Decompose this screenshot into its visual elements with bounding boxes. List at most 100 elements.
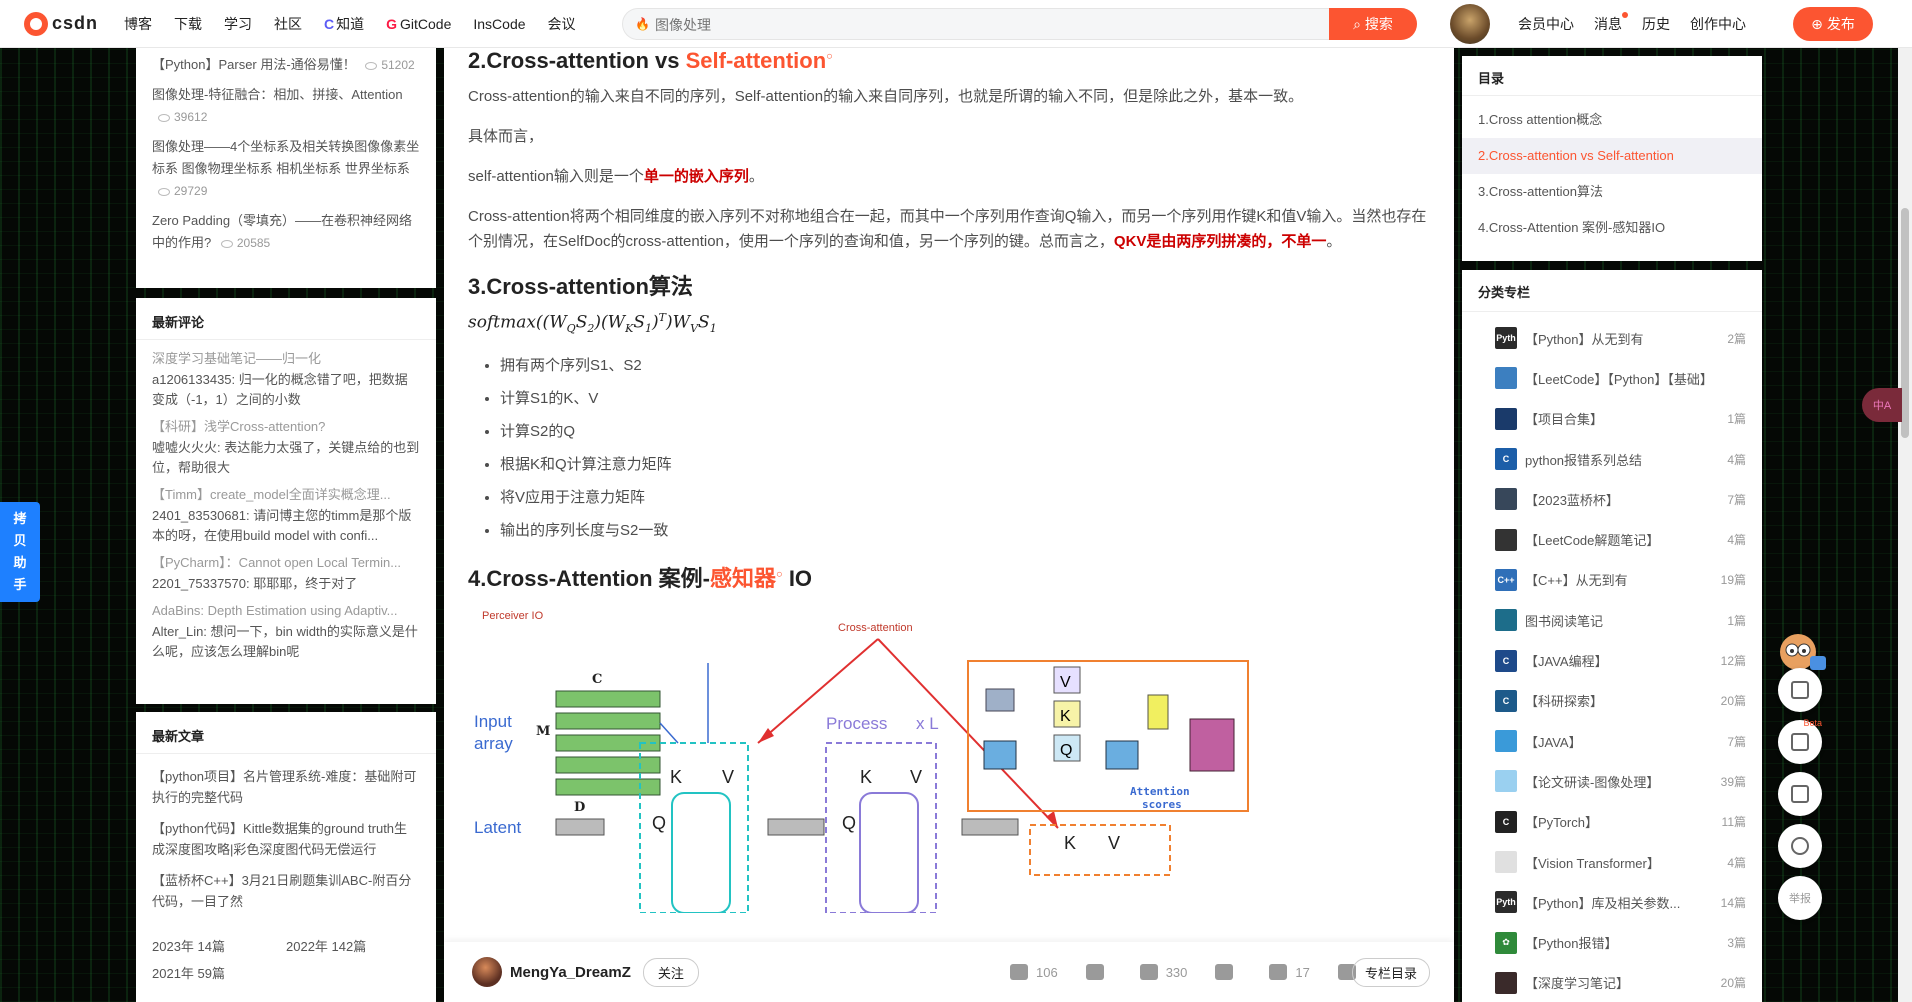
float-beta-button[interactable]: Beta: [1778, 718, 1822, 764]
category-name: 图书阅读笔记: [1525, 613, 1604, 629]
hot-article-item[interactable]: 图像处理——4个坐标系及相关转换图像像素坐标系 图像物理坐标系 相机坐标系 世界…: [136, 136, 436, 202]
column-directory-button[interactable]: 专栏目录: [1351, 958, 1430, 987]
category-thumb-icon: C: [1495, 810, 1517, 833]
page-scrollbar[interactable]: [1898, 48, 1912, 1002]
hot-article-item[interactable]: 图像处理-特征融合：相加、拼接、Attention 39612: [136, 84, 436, 128]
latest-article-link[interactable]: 【python代码】Kittle数据集的ground truth生成深度图攻略|…: [136, 818, 436, 860]
author-name[interactable]: MengYa_DreamZ: [510, 964, 631, 981]
category-item[interactable]: 【深度学习笔记】 20篇: [1462, 963, 1762, 1002]
author-avatar[interactable]: [472, 957, 502, 987]
category-item[interactable]: Pyth 【Python】从无到有 2篇: [1462, 318, 1762, 358]
like-button[interactable]: 106: [1010, 964, 1058, 980]
nav-links: 博客 下载 学习 社区 知道 GitCode InsCode 会议: [124, 14, 598, 34]
category-item[interactable]: 【LeetCode解题笔记】 4篇: [1462, 519, 1762, 559]
nav-link-download[interactable]: 下载: [174, 14, 202, 34]
search-input[interactable]: [655, 15, 1255, 35]
right-nav: 会员中心 消息 历史 创作中心: [1518, 0, 1766, 48]
archive-year[interactable]: 2023年 14篇: [152, 936, 286, 955]
toc-item[interactable]: 4.Cross-Attention 案例-感知器IO: [1462, 210, 1762, 246]
category-item[interactable]: C 【JAVA编程】 12篇: [1462, 640, 1762, 680]
category-item[interactable]: ✿ 【Python报错】 3篇: [1462, 922, 1762, 962]
scrollbar-thumb[interactable]: [1901, 208, 1909, 438]
category-count: 1篇: [1727, 412, 1746, 427]
nav-history[interactable]: 历史: [1642, 14, 1670, 34]
category-item[interactable]: 【2023蓝桥杯】 7篇: [1462, 479, 1762, 519]
float-edit-button[interactable]: [1778, 772, 1822, 816]
paragraph-text: self-attention输入则是一个: [468, 168, 644, 185]
comment-post-link[interactable]: 【PyCharm】：Cannot open Local Termin...: [136, 552, 436, 574]
heading-keyword-link[interactable]: Self-attention: [686, 48, 827, 73]
heading-keyword-link[interactable]: 感知器: [710, 566, 776, 591]
nav-link-gitcode[interactable]: GitCode: [386, 16, 451, 32]
reward-button[interactable]: [1215, 964, 1241, 980]
section-heading-4: 4.Cross-Attention 案例-感知器○ IO: [468, 561, 1434, 593]
csdn-logo[interactable]: csdn: [24, 11, 110, 36]
category-name: 【JAVA】: [1525, 734, 1582, 750]
like-count: 106: [1036, 964, 1058, 980]
nav-vip-center[interactable]: 会员中心: [1518, 14, 1574, 34]
paragraph: Cross-attention的输入来自不同的序列，Self-attention…: [468, 88, 1304, 105]
category-item[interactable]: Pyth 【Python】库及相关参数... 14篇: [1462, 882, 1762, 922]
nav-link-inscode[interactable]: InsCode: [473, 16, 525, 32]
category-item[interactable]: Cpython报错系列总结 4篇: [1462, 439, 1762, 479]
category-item[interactable]: C 【PyTorch】 11篇: [1462, 802, 1762, 842]
hot-article-item[interactable]: 【Python】Parser 用法-通俗易懂！ 51202: [136, 48, 436, 76]
category-item[interactable]: C++ 【C++】从无到有 19篇: [1462, 560, 1762, 600]
comment-icon: [1269, 964, 1288, 980]
category-thumb-icon: [1495, 609, 1517, 632]
svg-text:scores: scores: [1142, 798, 1182, 811]
category-item[interactable]: 【Vision Transformer】 4篇: [1462, 842, 1762, 882]
comment-post-link[interactable]: AdaBins: Depth Estimation using Adaptiv.…: [136, 600, 436, 622]
comment-post-link[interactable]: 深度学习基础笔记——归一化: [136, 348, 436, 370]
category-item[interactable]: 图书阅读笔记 1篇: [1462, 600, 1762, 640]
figure-title: Perceiver IO: [482, 610, 544, 622]
float-support-button[interactable]: [1778, 824, 1822, 868]
hot-article-item[interactable]: Zero Padding（零填充）——在卷积神经网络中的作用? 20585: [136, 210, 436, 254]
nav-link-learn[interactable]: 学习: [224, 14, 252, 34]
publish-button[interactable]: ⊕ 发布: [1793, 7, 1873, 41]
archive-year[interactable]: 2022年 142篇: [286, 936, 420, 955]
latest-article-link[interactable]: 【python项目】名片管理系统-难度：基础附可执行的完整代码: [136, 766, 436, 808]
category-item[interactable]: 【论文研读-图像处理】 39篇: [1462, 761, 1762, 801]
nav-creator-center[interactable]: 创作中心: [1690, 14, 1746, 34]
archive-year[interactable]: 2021年 59篇: [152, 963, 286, 982]
category-name: 【Python】从无到有: [1525, 331, 1644, 347]
svg-text:V: V: [910, 767, 922, 787]
latest-article-link[interactable]: 【蓝桥杯C++】3月21日刷题集训ABC-附百分代码，一目了然: [136, 870, 436, 912]
hot-article-title: 图像处理-特征融合：相加、拼接、Attention: [152, 87, 403, 102]
search-button-label: 搜索: [1364, 16, 1393, 32]
report-label: 举报: [1789, 893, 1811, 905]
category-item[interactable]: 【LeetCode】【Python】【基础】: [1462, 358, 1762, 398]
comment-button[interactable]: 17: [1269, 964, 1310, 980]
svg-text:V: V: [722, 767, 734, 787]
category-item[interactable]: C 【科研探索】 20篇: [1462, 681, 1762, 721]
nav-link-blog[interactable]: 博客: [124, 14, 152, 34]
toc-item[interactable]: 3.Cross-attention算法: [1462, 174, 1762, 210]
search-button[interactable]: ⌕ 搜索: [1329, 8, 1417, 40]
star-button[interactable]: 330: [1139, 964, 1187, 980]
float-report-button[interactable]: 举报: [1778, 876, 1822, 920]
process-label: Process: [826, 714, 887, 733]
dislike-button[interactable]: [1085, 964, 1112, 980]
toc-item[interactable]: 1.Cross attention概念: [1462, 102, 1762, 138]
category-thumb-icon: Pyth: [1495, 327, 1517, 350]
star-icon: [1139, 964, 1158, 980]
category-item[interactable]: 【JAVA】 7篇: [1462, 721, 1762, 761]
category-thumb-icon: [1495, 367, 1517, 390]
float-trend-button[interactable]: [1778, 668, 1822, 712]
comment-post-link[interactable]: 【科研】浅学Cross-attention?: [136, 416, 436, 438]
copy-helper-button[interactable]: 拷 贝 助 手: [0, 502, 40, 602]
nav-link-community[interactable]: 社区: [274, 14, 302, 34]
thumbs-up-icon: [1010, 964, 1028, 980]
user-avatar[interactable]: [1450, 4, 1490, 44]
follow-button[interactable]: 关注: [642, 957, 699, 987]
nav-messages[interactable]: 消息: [1594, 12, 1628, 34]
translate-button[interactable]: 中A: [1862, 388, 1902, 422]
category-item[interactable]: 【项目合集】 1篇: [1462, 399, 1762, 439]
nav-link-zhidao[interactable]: 知道: [324, 14, 364, 34]
toc-item-active[interactable]: 2.Cross-attention vs Self-attention: [1462, 138, 1762, 174]
view-count-value: 20585: [236, 236, 271, 250]
comment-text: a1206133435: 归一化的概念错了吧，把数据变成（-1，1）之间的小数: [152, 372, 408, 407]
comment-post-link[interactable]: 【Timm】create_model全面详实概念理...: [136, 484, 436, 506]
nav-link-meeting[interactable]: 会议: [548, 14, 576, 34]
